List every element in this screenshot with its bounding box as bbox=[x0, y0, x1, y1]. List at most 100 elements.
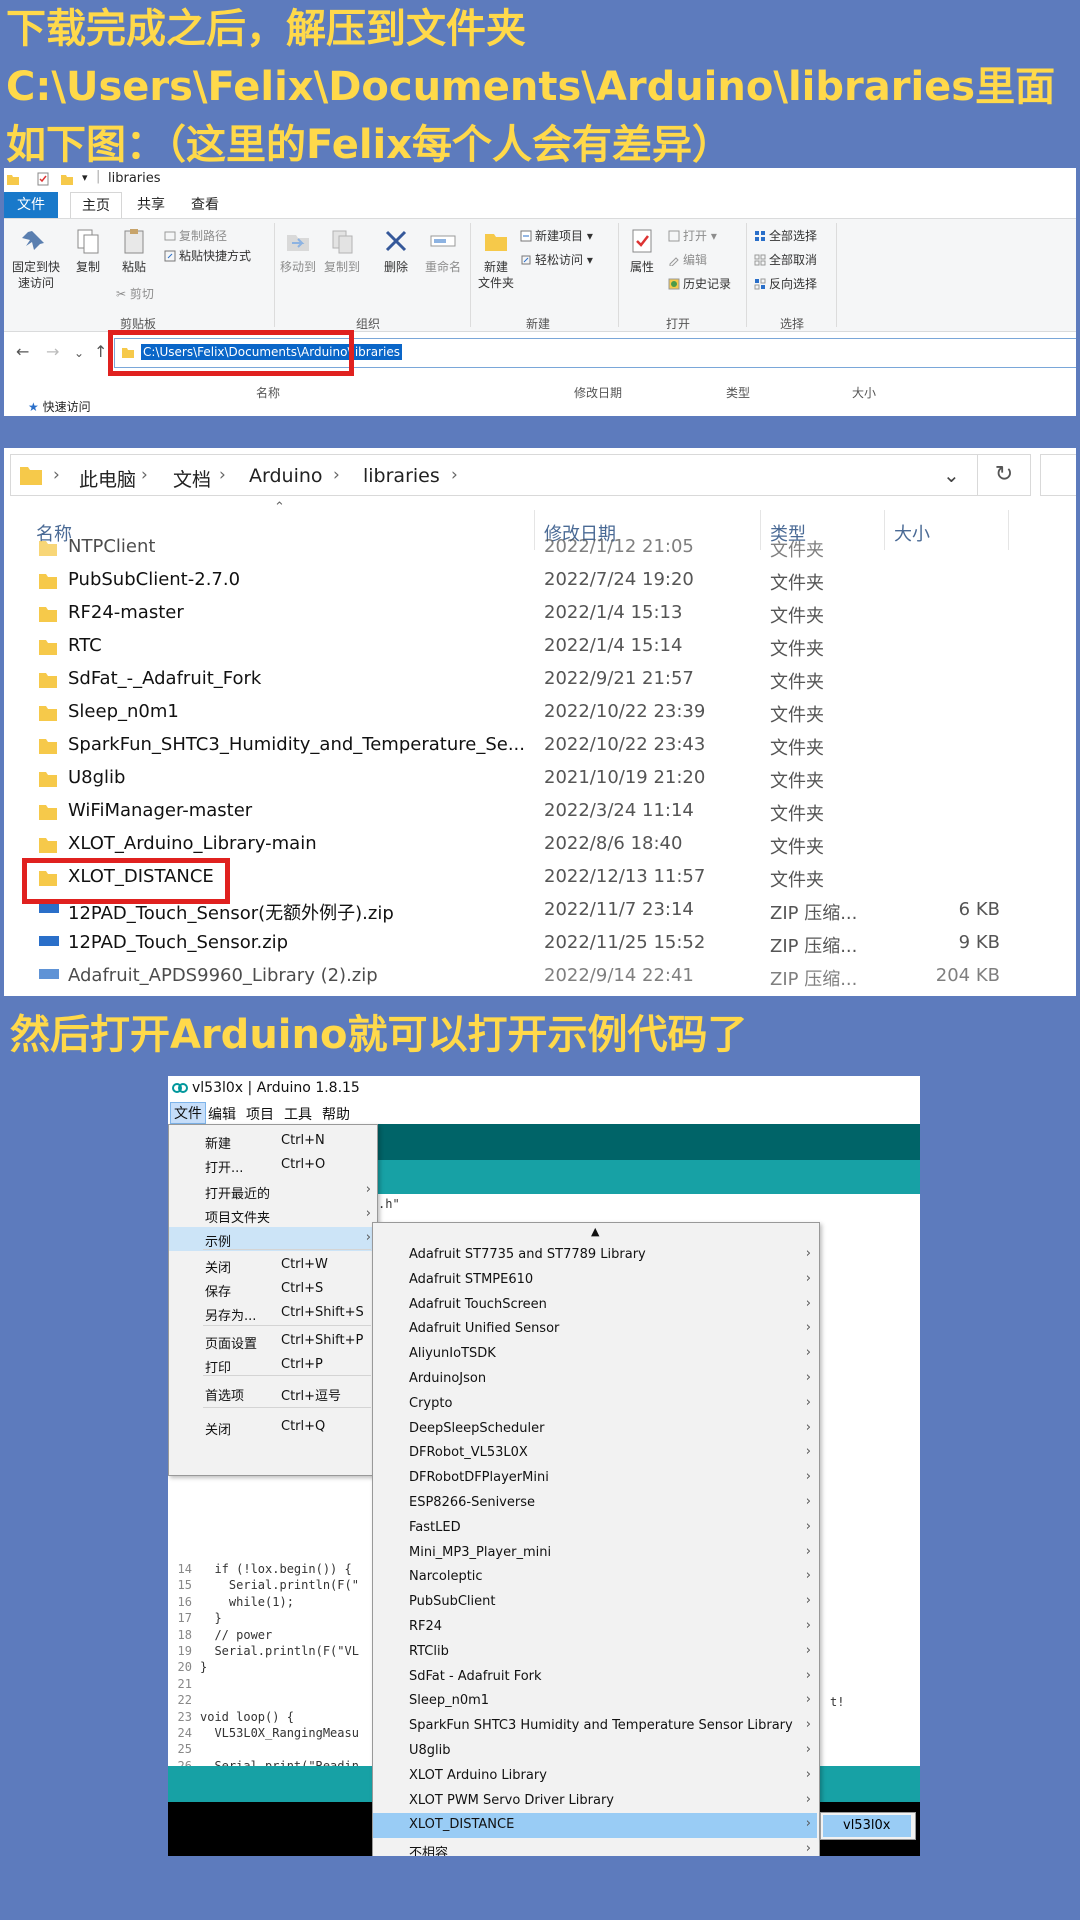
tab-file[interactable]: 文件 bbox=[4, 192, 58, 218]
chevron-down-icon[interactable]: ⌄ bbox=[943, 463, 960, 487]
list-item[interactable]: Adafruit_APDS9960_Library (2).zip 2022/9/… bbox=[4, 960, 1076, 993]
menu-help[interactable]: 帮助 bbox=[322, 1104, 350, 1124]
open-button[interactable]: 打开 ▾ bbox=[668, 227, 717, 244]
file-menu-item[interactable]: 新建 Ctrl+N bbox=[169, 1129, 375, 1153]
copy-to-button[interactable]: 复制到 bbox=[322, 227, 362, 275]
example-library-item[interactable]: Narcoleptic › bbox=[373, 1565, 817, 1590]
search-input[interactable] bbox=[1040, 454, 1076, 496]
recent-dropdown-icon[interactable]: ⌄ bbox=[74, 346, 84, 360]
menu-sketch[interactable]: 项目 bbox=[246, 1104, 274, 1124]
column-header-date[interactable]: 修改日期 bbox=[574, 384, 622, 401]
example-library-item[interactable]: DFRobotDFPlayerMini › bbox=[373, 1466, 817, 1491]
breadcrumb-libraries[interactable]: libraries bbox=[363, 465, 440, 487]
file-menu-item[interactable]: 保存 Ctrl+S bbox=[169, 1277, 375, 1301]
delete-button[interactable]: 删除 bbox=[376, 227, 416, 275]
up-arrow-icon[interactable]: ↑ bbox=[94, 342, 107, 361]
paste-button[interactable]: 粘贴 bbox=[112, 227, 156, 275]
rename-button[interactable]: 重命名 bbox=[420, 227, 466, 275]
menu-edit[interactable]: 编辑 bbox=[208, 1104, 236, 1124]
example-library-item[interactable]: Adafruit ST7735 and ST7789 Library › bbox=[373, 1243, 817, 1268]
select-all-button[interactable]: 全部选择 bbox=[754, 227, 817, 244]
copy-path-button[interactable]: 复制路径 bbox=[164, 227, 227, 244]
scroll-up-arrow-icon[interactable]: ▲ bbox=[591, 1225, 599, 1238]
forward-arrow-icon[interactable]: → bbox=[46, 342, 59, 361]
example-library-item[interactable]: Mini_MP3_Player_mini › bbox=[373, 1541, 817, 1566]
file-menu-item[interactable]: 打开... Ctrl+O bbox=[169, 1153, 375, 1177]
example-library-item[interactable]: AliyunIoTSDK › bbox=[373, 1342, 817, 1367]
list-item[interactable]: Sleep_n0m1 2022/10/22 23:39 文件夹 bbox=[4, 696, 1076, 729]
menu-file[interactable]: 文件 bbox=[170, 1102, 206, 1124]
file-menu-item[interactable]: 另存为... Ctrl+Shift+S bbox=[169, 1301, 375, 1325]
breadcrumb[interactable]: › 此电脑 › 文档 › Arduino › libraries › ⌄ bbox=[10, 454, 978, 496]
list-item[interactable]: SparkFun_SHTC3_Humidity_and_Temperature_… bbox=[4, 729, 1076, 762]
edit-button[interactable]: 编辑 bbox=[668, 251, 707, 268]
list-item[interactable]: U8glib 2021/10/19 21:20 文件夹 bbox=[4, 762, 1076, 795]
column-header-type[interactable]: 类型 bbox=[726, 384, 750, 401]
properties-button[interactable]: 属性 bbox=[622, 227, 662, 275]
breadcrumb-documents[interactable]: 文档 bbox=[173, 465, 211, 492]
copy-button[interactable]: 复制 bbox=[68, 227, 108, 275]
example-library-item[interactable]: ESP8266-Seniverse › bbox=[373, 1491, 817, 1516]
list-item[interactable]: 12PAD_Touch_Sensor.zip 2022/11/25 15:52 ZI… bbox=[4, 927, 1076, 960]
sidebar-item-quick-access[interactable]: ★ 快速访问 bbox=[28, 398, 91, 415]
file-menu-item[interactable]: 示例 › bbox=[169, 1227, 375, 1251]
move-to-button[interactable]: 移动到 bbox=[278, 227, 318, 275]
new-item-button[interactable]: 新建项目 ▾ bbox=[520, 227, 593, 244]
example-library-item[interactable]: Sleep_n0m1 › bbox=[373, 1689, 817, 1714]
example-library-item[interactable]: PubSubClient › bbox=[373, 1590, 817, 1615]
column-header-size[interactable]: 大小 bbox=[852, 384, 876, 401]
easy-access-button[interactable]: 轻松访问 ▾ bbox=[520, 251, 593, 268]
list-item[interactable]: WiFiManager-master 2022/3/24 11:14 文件夹 bbox=[4, 795, 1076, 828]
file-menu-item[interactable]: 关闭 Ctrl+W bbox=[169, 1253, 375, 1277]
example-library-item[interactable]: ArduinoJson › bbox=[373, 1367, 817, 1392]
list-item[interactable]: PubSubClient-2.7.0 2022/7/24 19:20 文件夹 bbox=[4, 564, 1076, 597]
list-item[interactable]: RF24-master 2022/1/4 15:13 文件夹 bbox=[4, 597, 1076, 630]
new-folder-icon[interactable] bbox=[60, 172, 74, 186]
tab-home[interactable]: 主页 bbox=[70, 192, 122, 219]
file-menu-item[interactable]: 打印 Ctrl+P bbox=[169, 1353, 375, 1377]
example-library-item[interactable]: Adafruit TouchScreen › bbox=[373, 1293, 817, 1318]
select-none-button[interactable]: 全部取消 bbox=[754, 251, 817, 268]
list-item[interactable]: RTC 2022/1/4 15:14 文件夹 bbox=[4, 630, 1076, 663]
example-library-item[interactable]: U8glib › bbox=[373, 1739, 817, 1764]
menu-tools[interactable]: 工具 bbox=[284, 1104, 312, 1124]
paste-shortcut-button[interactable]: 粘贴快捷方式 bbox=[164, 247, 251, 264]
example-library-item[interactable]: Adafruit Unified Sensor › bbox=[373, 1317, 817, 1342]
example-library-item[interactable]: Crypto › bbox=[373, 1392, 817, 1417]
history-button[interactable]: 历史记录 bbox=[668, 275, 731, 292]
example-library-item[interactable]: XLOT PWM Servo Driver Library › bbox=[373, 1789, 817, 1814]
pin-quick-access-button[interactable]: 固定到快 速访问 bbox=[8, 227, 64, 291]
file-menu-item[interactable]: 打开最近的 › bbox=[169, 1179, 375, 1203]
properties-icon[interactable] bbox=[36, 172, 50, 186]
list-item[interactable]: NTPClient 2022/1/12 21:05 文件夹 bbox=[4, 531, 1076, 564]
file-menu-item[interactable]: 项目文件夹 › bbox=[169, 1203, 375, 1227]
example-library-item[interactable]: FastLED › bbox=[373, 1516, 817, 1541]
file-menu-item[interactable]: 页面设置 Ctrl+Shift+P bbox=[169, 1329, 375, 1353]
qat-dropdown-icon[interactable]: ▾ bbox=[82, 171, 88, 184]
example-library-item[interactable]: DFRobot_VL53L0X › bbox=[373, 1441, 817, 1466]
example-library-item[interactable]: DeepSleepScheduler › bbox=[373, 1417, 817, 1442]
example-library-item[interactable]: SdFat - Adafruit Fork › bbox=[373, 1665, 817, 1690]
breadcrumb-arduino[interactable]: Arduino bbox=[249, 465, 323, 487]
example-library-item[interactable]: 不相容 › bbox=[373, 1838, 817, 1856]
cut-button[interactable]: ✂ 剪切 bbox=[116, 285, 154, 302]
example-library-item[interactable]: XLOT_DISTANCE › bbox=[373, 1813, 817, 1839]
breadcrumb-this-pc[interactable]: 此电脑 bbox=[79, 465, 136, 492]
example-library-item[interactable]: RTClib › bbox=[373, 1640, 817, 1665]
example-library-item[interactable]: XLOT Arduino Library › bbox=[373, 1764, 817, 1789]
new-folder-button[interactable]: 新建 文件夹 bbox=[474, 227, 518, 291]
back-arrow-icon[interactable]: ← bbox=[16, 342, 29, 361]
column-header-name[interactable]: 名称 bbox=[256, 384, 280, 401]
invert-selection-button[interactable]: 反向选择 bbox=[754, 275, 817, 292]
tab-share[interactable]: 共享 bbox=[128, 192, 174, 218]
list-item[interactable]: SdFat_-_Adafruit_Fork 2022/9/21 21:57 文件夹 bbox=[4, 663, 1076, 696]
tab-view[interactable]: 查看 bbox=[182, 192, 228, 218]
example-library-item[interactable]: SparkFun SHTC3 Humidity and Temperature … bbox=[373, 1714, 817, 1739]
example-library-item[interactable]: RF24 › bbox=[373, 1615, 817, 1640]
example-library-item[interactable]: Adafruit STMPE610 › bbox=[373, 1268, 817, 1293]
list-item[interactable]: XLOT_Arduino_Library-main 2022/8/6 18:40 文… bbox=[4, 828, 1076, 861]
file-menu-item[interactable]: 关闭 Ctrl+Q bbox=[169, 1415, 375, 1439]
refresh-button[interactable]: ↻ bbox=[978, 454, 1031, 496]
file-menu-item[interactable]: 首选项 Ctrl+逗号 bbox=[169, 1381, 375, 1405]
file-size: 6 KB bbox=[958, 899, 1000, 920]
